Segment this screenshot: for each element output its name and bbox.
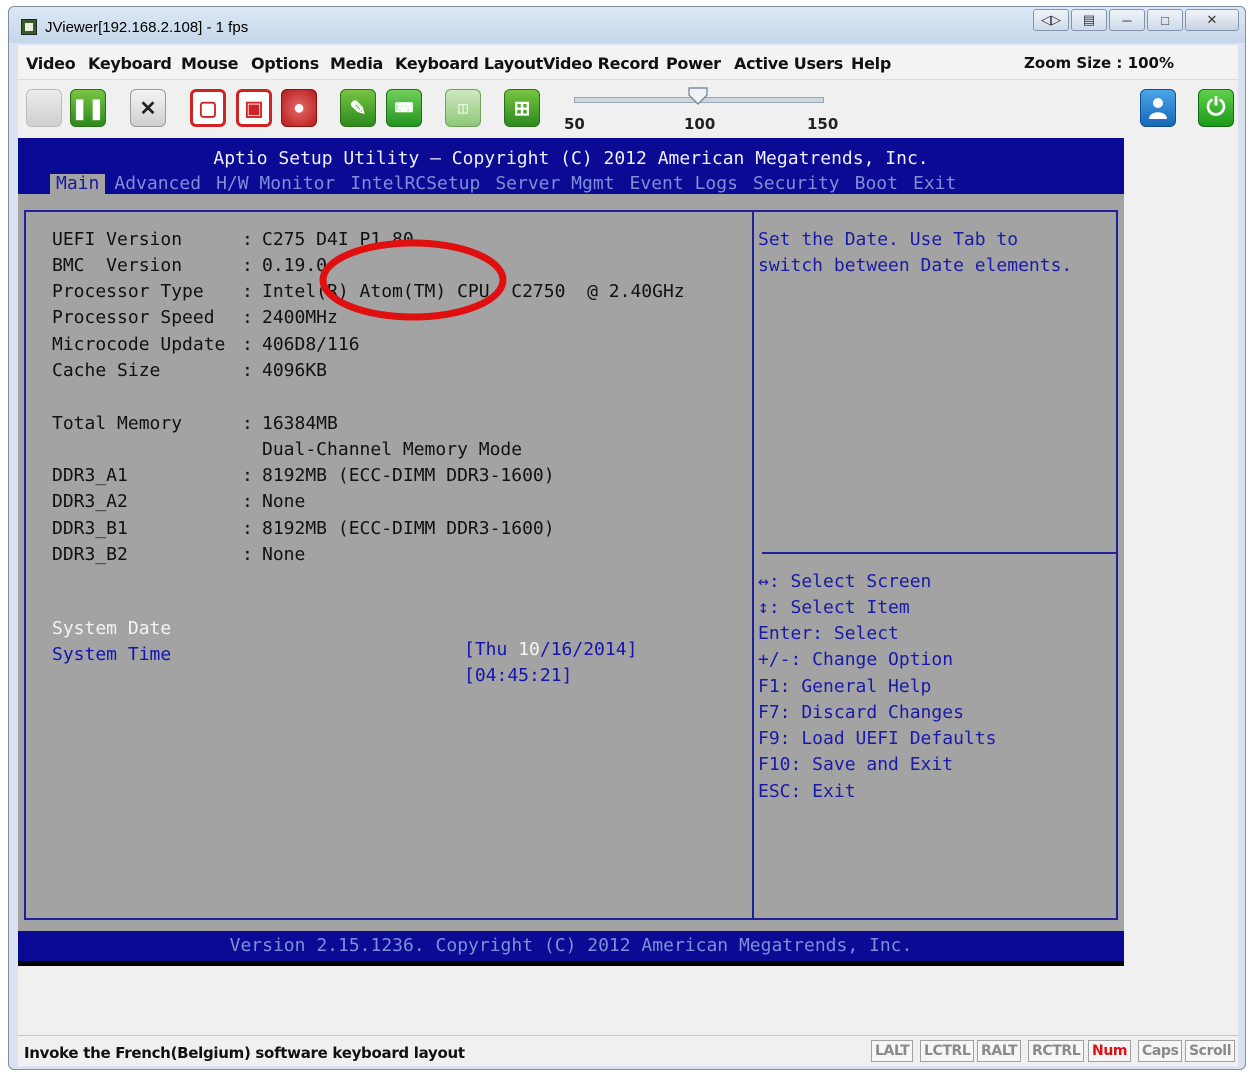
- cd-media-icon[interactable]: ◫: [445, 89, 481, 127]
- memory-row-b1: DDR3_B1:8192MB (ECC-DIMM DDR3-1600): [52, 518, 555, 539]
- bios-tab-exit[interactable]: Exit: [907, 174, 962, 196]
- menu-mouse[interactable]: Mouse: [181, 54, 238, 73]
- key-help-esc: ESC: Exit: [758, 781, 856, 802]
- client-area: Video Keyboard Mouse Options Media Keybo…: [18, 45, 1238, 1066]
- zoom-slider-thumb[interactable]: [688, 87, 708, 105]
- lock-num[interactable]: Num: [1088, 1040, 1132, 1062]
- title-bar[interactable]: JViewer[192.168.2.108] - 1 fps ◁▷ ▤ ─ □ …: [9, 7, 1245, 43]
- lock-caps[interactable]: Caps: [1138, 1040, 1183, 1062]
- mouse-icon[interactable]: ✎: [340, 89, 376, 127]
- menu-help[interactable]: Help: [851, 54, 891, 73]
- menu-video[interactable]: Video: [26, 54, 76, 73]
- zoom-tick-150: 150: [807, 115, 839, 133]
- bios-header: Aptio Setup Utility – Copyright (C) 2012…: [18, 138, 1124, 196]
- zoom-size-label: Zoom Size : 100%: [1024, 54, 1174, 72]
- memory-row-mode: Dual-Channel Memory Mode: [262, 439, 523, 460]
- menu-options[interactable]: Options: [251, 54, 319, 73]
- bios-tab-security[interactable]: Security: [747, 174, 846, 196]
- lock-ralt[interactable]: RALT: [977, 1040, 1022, 1062]
- bios-screen[interactable]: Aptio Setup Utility – Copyright (C) 2012…: [18, 138, 1124, 966]
- zoom-tick-100: 100: [684, 115, 716, 133]
- red-annotation-circle: [319, 239, 507, 321]
- bios-footer-text: Version 2.15.1236. Copyright (C) 2012 Am…: [229, 935, 913, 956]
- bios-footer: Version 2.15.1236. Copyright (C) 2012 Am…: [18, 931, 1124, 961]
- menu-active-users[interactable]: Active Users: [734, 54, 843, 73]
- lock-rctrl[interactable]: RCTRL: [1028, 1040, 1085, 1062]
- status-bar: Invoke the French(Belgium) software keyb…: [18, 1035, 1238, 1066]
- menu-bar: Video Keyboard Mouse Options Media Keybo…: [18, 45, 1238, 80]
- minimize-button[interactable]: ─: [1109, 9, 1145, 31]
- bios-tab-server-mgmt[interactable]: Server Mgmt: [489, 174, 620, 196]
- app-icon: [21, 19, 37, 35]
- system-time-label: System Time: [52, 644, 172, 665]
- keyboard-icon[interactable]: ⌨: [386, 89, 422, 127]
- lock-lalt[interactable]: LALT: [871, 1040, 914, 1062]
- key-help-change-option: +/-: Change Option: [758, 649, 954, 670]
- help-panel-border: [752, 210, 1118, 920]
- fullscreen-toggle-icon[interactable]: ✕: [130, 89, 166, 127]
- window-title: JViewer[192.168.2.108] - 1 fps: [45, 19, 249, 36]
- key-help-f9: F9: Load UEFI Defaults: [758, 728, 997, 749]
- toolbar: ❚❚ ✕ ▢ ▣ ● ✎ ⌨ ◫ ⊞ 50 100 150 ⏻: [18, 81, 1238, 135]
- key-help-f1: F1: General Help: [758, 676, 932, 697]
- bios-tab-event-logs[interactable]: Event Logs: [624, 174, 744, 196]
- lock-lctrl[interactable]: LCTRL: [920, 1040, 975, 1062]
- lock-scroll[interactable]: Scroll: [1185, 1040, 1236, 1062]
- maximize-button[interactable]: □: [1147, 9, 1183, 31]
- zoom-tick-50: 50: [564, 115, 585, 133]
- info-row-microcode: Microcode Update:406D8/116: [52, 334, 360, 355]
- key-help-f7: F7: Discard Changes: [758, 702, 964, 723]
- soft-keyboard-icon[interactable]: ⊞: [504, 89, 540, 127]
- cd-icon[interactable]: ▢: [190, 89, 226, 127]
- status-message: Invoke the French(Belgium) software keyb…: [24, 1044, 465, 1062]
- bios-tab-intelrcsetup[interactable]: IntelRCSetup: [344, 174, 486, 196]
- bios-tab-main[interactable]: Main: [50, 174, 106, 196]
- key-help-enter: Enter: Select: [758, 623, 899, 644]
- info-row-cache: Cache Size:4096KB: [52, 360, 328, 381]
- bios-tab-hw-monitor[interactable]: H/W Monitor: [210, 174, 341, 196]
- system-date-row[interactable]: System Date [Thu 10/16/2014]: [52, 597, 732, 660]
- menu-power[interactable]: Power: [666, 54, 721, 73]
- key-help-select-item: ↕: Select Item: [758, 597, 910, 618]
- video-toggle-button[interactable]: ◁▷: [1033, 9, 1069, 31]
- bios-bottom-edge: [18, 961, 1124, 966]
- blank-button[interactable]: [26, 89, 62, 127]
- bios-tab-bar: Main Advanced H/W Monitor IntelRCSetup S…: [50, 174, 965, 196]
- memory-row-a1: DDR3_A1:8192MB (ECC-DIMM DDR3-1600): [52, 465, 555, 486]
- key-help-f10: F10: Save and Exit: [758, 754, 954, 775]
- system-time-value[interactable]: [04:45:21]: [464, 665, 572, 686]
- jviewer-window: JViewer[192.168.2.108] - 1 fps ◁▷ ▤ ─ □ …: [8, 6, 1246, 1070]
- bios-tab-boot[interactable]: Boot: [849, 174, 904, 196]
- help-text-line-1: Set the Date. Use Tab to: [758, 229, 1019, 250]
- user-icon[interactable]: [1140, 89, 1176, 127]
- hard-disk-icon[interactable]: ●: [281, 89, 317, 127]
- bios-title: Aptio Setup Utility – Copyright (C) 2012…: [213, 148, 929, 169]
- power-icon[interactable]: ⏻: [1198, 89, 1234, 127]
- menu-video-record[interactable]: Video Record: [543, 54, 659, 73]
- key-help-select-screen: ↔: Select Screen: [758, 571, 932, 592]
- properties-button[interactable]: ▤: [1071, 9, 1107, 31]
- help-text-line-2: switch between Date elements.: [758, 255, 1073, 276]
- system-time-row[interactable]: System Time [04:45:21]: [52, 623, 732, 686]
- memory-row-total: Total Memory:16384MB: [52, 413, 338, 434]
- help-divider: [762, 552, 1116, 554]
- close-button[interactable]: ✕: [1185, 9, 1239, 31]
- menu-media[interactable]: Media: [330, 54, 383, 73]
- floppy-icon[interactable]: ▣: [236, 89, 272, 127]
- memory-row-b2: DDR3_B2: None: [52, 544, 306, 565]
- pause-icon[interactable]: ❚❚: [70, 89, 106, 127]
- memory-row-a2: DDR3_A2: None: [52, 491, 306, 512]
- bios-tab-advanced[interactable]: Advanced: [108, 174, 207, 196]
- menu-keyboard-layout[interactable]: Keyboard Layout: [395, 54, 543, 73]
- menu-keyboard[interactable]: Keyboard: [88, 54, 172, 73]
